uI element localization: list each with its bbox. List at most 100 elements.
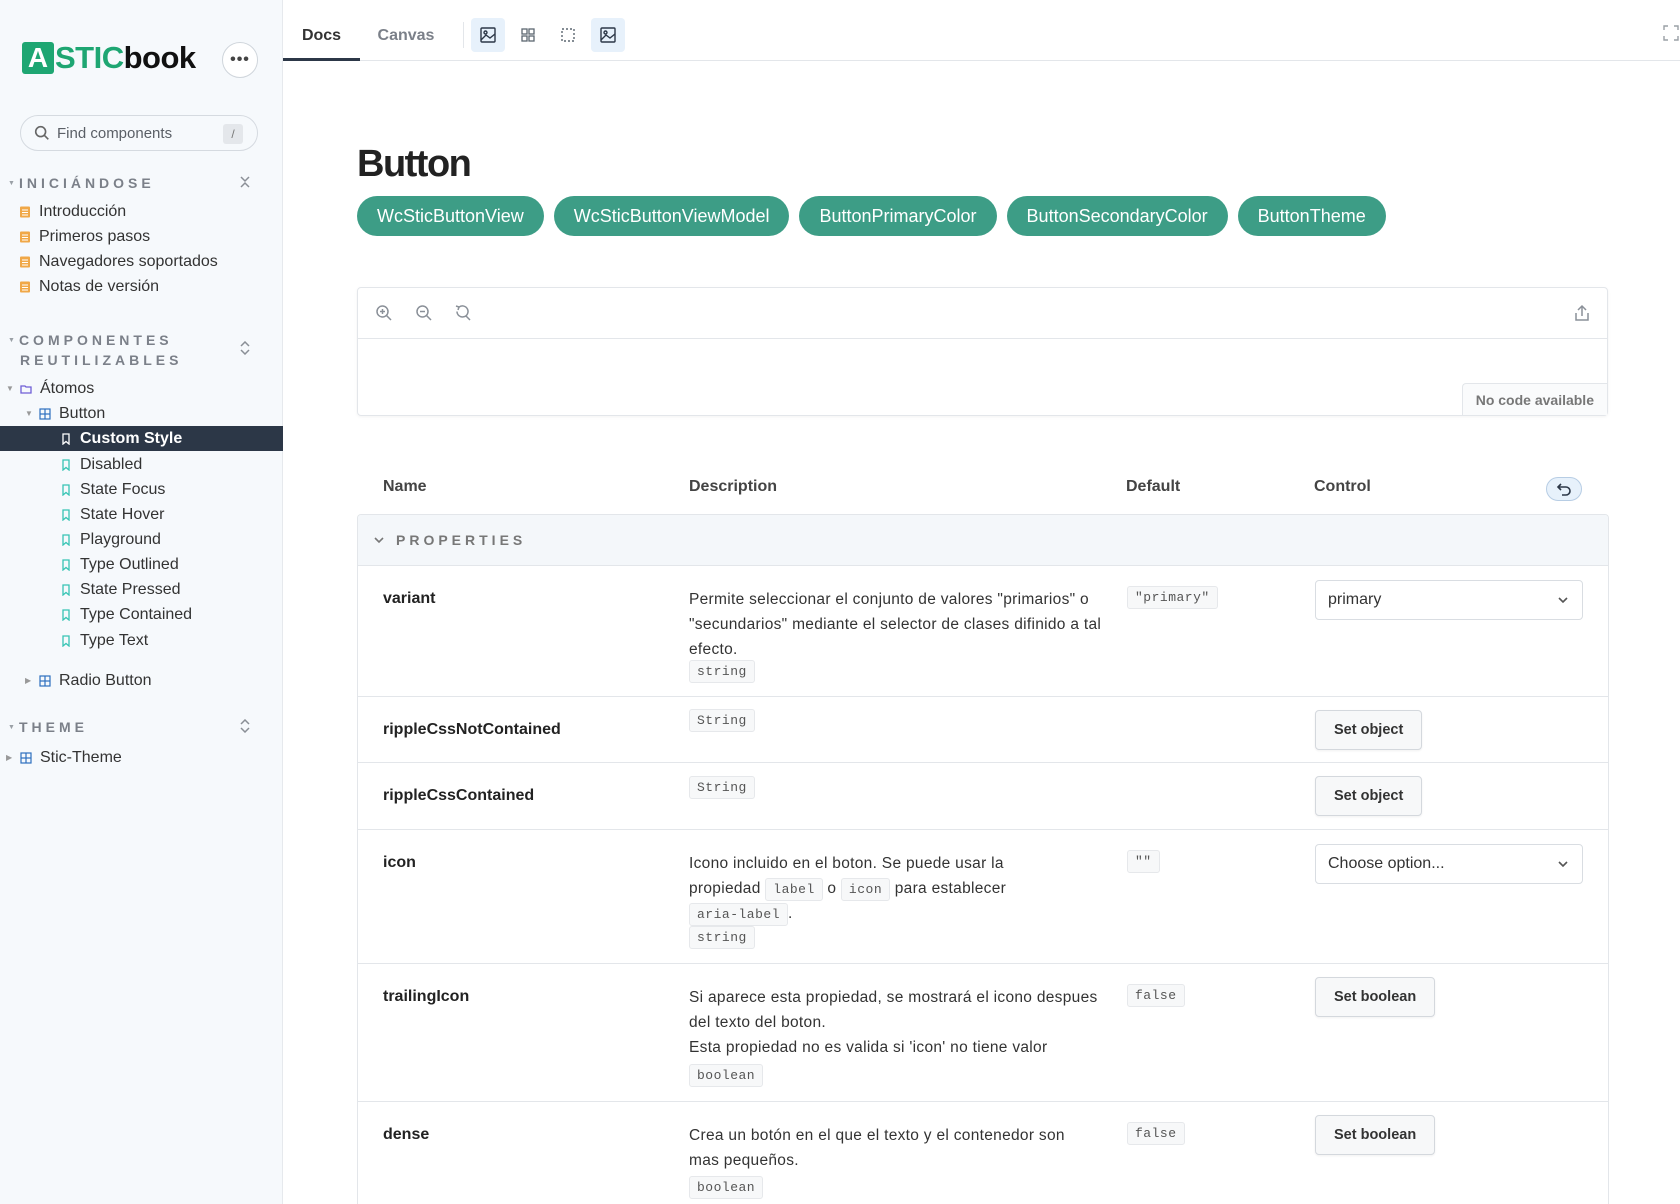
sidebar-item-stic-theme[interactable]: ▶ Stic-Theme [6,745,122,770]
chevron-down-icon [1558,597,1568,604]
fullscreen-icon[interactable] [1662,24,1680,42]
prop-type: String [689,776,755,799]
reset-controls-button[interactable] [1546,477,1582,501]
sidebar-item-atomos[interactable]: ▼ Átomos [6,376,94,401]
search-input[interactable]: Find components / [20,115,258,151]
search-shortcut: / [223,124,243,144]
sidebar-item-disabled[interactable]: Disabled [60,452,142,477]
sidebar-item-notas-version[interactable]: Notas de versión [19,274,159,299]
col-header-description: Description [689,478,778,495]
toolbar-divider [463,22,464,48]
table-row: rippleCssContained String Set object [358,762,1608,829]
set-boolean-button[interactable]: Set boolean [1315,1115,1436,1155]
zoom-out-icon[interactable] [415,304,433,322]
prop-description: Crea un botón en el que el texto y el co… [689,1127,1065,1169]
section-header-componentes-line2: REUTILIZABLES [20,352,183,368]
sidebar-item-primeros-pasos[interactable]: Primeros pasos [19,224,150,249]
prop-type: string [689,926,755,949]
preview-toolbar [358,288,1607,339]
chip-wcsticbuttonview[interactable]: WcSticButtonView [357,196,544,236]
document-icon [20,231,30,242]
zoom-in-icon[interactable] [375,304,393,322]
sidebar-item-type-outlined[interactable]: Type Outlined [60,552,179,577]
table-row: trailingIcon Si aparece esta propiedad, … [358,963,1608,1101]
prop-name: dense [383,1126,430,1143]
tab-docs[interactable]: Docs [283,10,360,61]
prop-default: false [1127,984,1185,1007]
prop-name: rippleCssContained [383,787,535,804]
section-header-theme[interactable]: ▼ THEME [8,717,88,738]
prop-description: Icono incluido en el boton. Se puede usa… [689,851,1079,926]
expand-icon[interactable] [238,341,252,355]
collapse-icon[interactable] [238,175,252,189]
component-icon [39,674,51,687]
section-header-getting-started[interactable]: ▼ INICIÁNDOSE [8,173,155,194]
col-header-name: Name [383,478,427,495]
bookmark-icon [62,558,70,571]
bookmark-icon [62,432,70,445]
image-toggle-button[interactable] [471,18,505,52]
caret-right-icon: ▶ [6,753,13,762]
sidebar: A STICbook ••• Find components / ▼ INICIÁ… [0,0,283,1204]
search-placeholder: Find components [57,124,173,142]
grid-toggle-button[interactable] [511,18,545,52]
sidebar-item-type-text[interactable]: Type Text [60,628,148,653]
document-icon [20,206,30,217]
variant-select[interactable]: primary [1315,580,1583,620]
story-preview: No code available [357,287,1608,416]
outline-icon [561,28,575,42]
sidebar-item-playground[interactable]: Playground [60,527,161,552]
prop-name: rippleCssNotContained [383,721,561,738]
prop-type: string [689,660,755,683]
sidebar-item-custom-style[interactable]: Custom Style [0,426,283,451]
tab-canvas[interactable]: Canvas [360,10,452,61]
outline-toggle-button[interactable] [551,18,585,52]
bookmark-icon [62,634,70,647]
chevron-down-icon [374,537,384,544]
sidebar-item-state-hover[interactable]: State Hover [60,502,164,527]
args-table: PROPERTIES variant Permite seleccionar e… [357,514,1609,1204]
set-object-button[interactable]: Set object [1315,710,1423,750]
expand-icon[interactable] [238,719,252,733]
sidebar-item-introduccion[interactable]: Introducción [19,199,126,224]
table-row: variant Permite seleccionar el conjunto … [358,566,1608,696]
image-icon [600,27,616,43]
share-icon[interactable] [1573,304,1591,322]
page-title: Button [357,143,472,185]
prop-type: String [689,709,755,732]
sidebar-item-type-contained[interactable]: Type Contained [60,602,192,627]
chip-wcsticbuttonviewmodel[interactable]: WcSticButtonViewModel [553,196,790,236]
chip-buttontheme[interactable]: ButtonTheme [1237,196,1386,236]
sidebar-item-state-pressed[interactable]: State Pressed [60,577,181,602]
set-boolean-button[interactable]: Set boolean [1315,977,1436,1017]
prop-description: Si aparece esta propiedad, se mostrará e… [689,989,1098,1056]
background-toggle-button[interactable] [591,18,625,52]
properties-section-header[interactable]: PROPERTIES [358,515,1608,566]
grid-icon [521,28,535,42]
caret-down-icon: ▼ [25,409,33,418]
component-chips: WcSticButtonView WcSticButtonViewModel B… [357,196,1386,236]
sidebar-item-button[interactable]: ▼ Button [25,401,105,426]
sidebar-item-state-focus[interactable]: State Focus [60,477,165,502]
section-header-componentes[interactable]: ▼ COMPONENTES [8,330,173,351]
chip-buttonprimarycolor[interactable]: ButtonPrimaryColor [799,196,997,236]
prop-type: boolean [689,1064,764,1087]
zoom-reset-icon[interactable] [454,304,472,322]
more-menu-button[interactable]: ••• [222,42,258,78]
col-header-control: Control [1314,478,1371,495]
set-object-button[interactable]: Set object [1315,776,1423,816]
icon-select[interactable]: Choose option... [1315,844,1583,884]
logo-text: STICbook [55,40,196,75]
bookmark-icon [62,483,70,496]
sidebar-item-navegadores[interactable]: Navegadores soportados [19,249,218,274]
chip-buttonsecondarycolor[interactable]: ButtonSecondaryColor [1006,196,1228,236]
component-icon [20,751,32,764]
prop-default: false [1127,1122,1185,1145]
bookmark-icon [62,608,70,621]
no-code-label[interactable]: No code available [1461,383,1607,415]
sidebar-item-radio-button[interactable]: ▶ Radio Button [25,668,152,693]
undo-icon [1556,483,1571,496]
brand-logo[interactable]: A STICbook [22,42,196,74]
prop-name: variant [383,590,436,607]
bookmark-icon [62,583,70,596]
